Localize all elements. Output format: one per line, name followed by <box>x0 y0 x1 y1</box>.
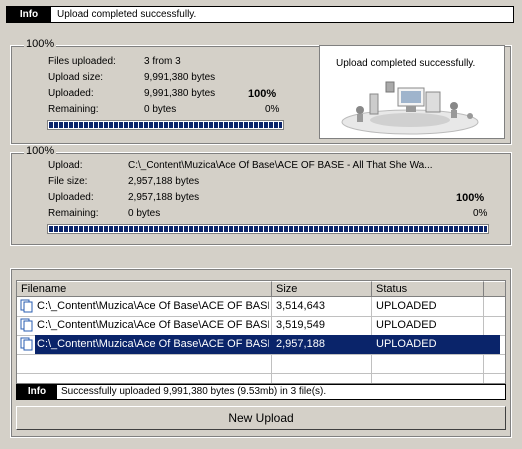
cell-status: UPLOADED <box>376 319 437 331</box>
file-percent: 100% <box>456 192 485 204</box>
info-message: Upload completed successfully. <box>57 9 197 20</box>
network-illustration-icon <box>341 81 479 135</box>
file-table[interactable]: Filename Size Status C:\_Content\Muzica\… <box>16 280 506 384</box>
total-percent: 100% <box>248 88 277 100</box>
cell-status: UPLOADED <box>376 338 437 350</box>
current-upload-label: Upload: <box>48 160 83 171</box>
file-uploaded-label: Uploaded: <box>48 192 94 203</box>
table-header: Filename Size Status <box>17 281 505 297</box>
total-progress-bar <box>47 120 284 130</box>
total-progress-title: 100% <box>24 38 57 50</box>
bottom-info-bar: Info Successfully uploaded 9,991,380 byt… <box>16 384 506 400</box>
file-progress-fill <box>49 226 487 232</box>
file-icon <box>20 337 33 351</box>
file-progress-bar <box>47 224 489 234</box>
cell-size: 3,519,549 <box>276 319 325 331</box>
file-icon <box>20 318 33 332</box>
top-info-bar: Info Upload completed successfully. <box>6 6 514 23</box>
file-remaining-value: 0 bytes <box>128 208 161 219</box>
upload-size-value: 9,991,380 bytes <box>144 72 216 83</box>
info-tag: Info <box>17 385 57 399</box>
info-tag: Info <box>7 7 51 22</box>
files-uploaded-value: 3 from 3 <box>144 56 181 67</box>
grid-line <box>17 354 505 355</box>
table-row-selected[interactable]: C:\_Content\Muzica\Ace Of Base\ACE OF BA… <box>17 335 505 354</box>
file-progress-title: 100% <box>24 145 57 157</box>
status-panel: Upload completed successfully. <box>319 45 505 139</box>
cell-filename: C:\_Content\Muzica\Ace Of Base\ACE OF BA… <box>37 338 269 350</box>
file-remaining-label: Remaining: <box>48 208 99 219</box>
column-header-blank <box>484 281 505 297</box>
new-upload-button[interactable]: New Upload <box>16 406 506 430</box>
total-uploaded-value: 9,991,380 bytes <box>144 88 216 99</box>
files-uploaded-label: Files uploaded: <box>48 56 116 67</box>
total-remaining-value: 0 bytes <box>144 104 177 115</box>
grid-line <box>17 373 505 374</box>
info-message: Successfully uploaded 9,991,380 bytes (9… <box>61 386 327 397</box>
upload-size-label: Upload size: <box>48 72 104 83</box>
file-remaining-percent: 0% <box>473 208 488 219</box>
cell-filename: C:\_Content\Muzica\Ace Of Base\ACE OF BA… <box>37 300 269 312</box>
cell-filename: C:\_Content\Muzica\Ace Of Base\ACE OF BA… <box>37 319 269 331</box>
column-header-filename[interactable]: Filename <box>17 281 272 297</box>
cell-size: 2,957,188 <box>276 338 325 350</box>
total-remaining-label: Remaining: <box>48 104 99 115</box>
total-progress-fill <box>49 122 282 128</box>
table-row[interactable]: C:\_Content\Muzica\Ace Of Base\ACE OF BA… <box>17 297 505 316</box>
file-icon <box>20 299 33 313</box>
file-size-value: 2,957,188 bytes <box>128 176 200 187</box>
status-panel-message: Upload completed successfully. <box>336 58 476 69</box>
total-uploaded-label: Uploaded: <box>48 88 94 99</box>
table-row[interactable]: C:\_Content\Muzica\Ace Of Base\ACE OF BA… <box>17 316 505 335</box>
cell-status: UPLOADED <box>376 300 437 312</box>
column-header-size[interactable]: Size <box>272 281 372 297</box>
cell-size: 3,514,643 <box>276 300 325 312</box>
current-upload-value: C:\_Content\Muzica\Ace Of Base\ACE OF BA… <box>128 160 433 171</box>
file-size-label: File size: <box>48 176 88 187</box>
file-uploaded-value: 2,957,188 bytes <box>128 192 200 203</box>
column-header-status[interactable]: Status <box>372 281 484 297</box>
total-remaining-percent: 0% <box>265 104 280 115</box>
